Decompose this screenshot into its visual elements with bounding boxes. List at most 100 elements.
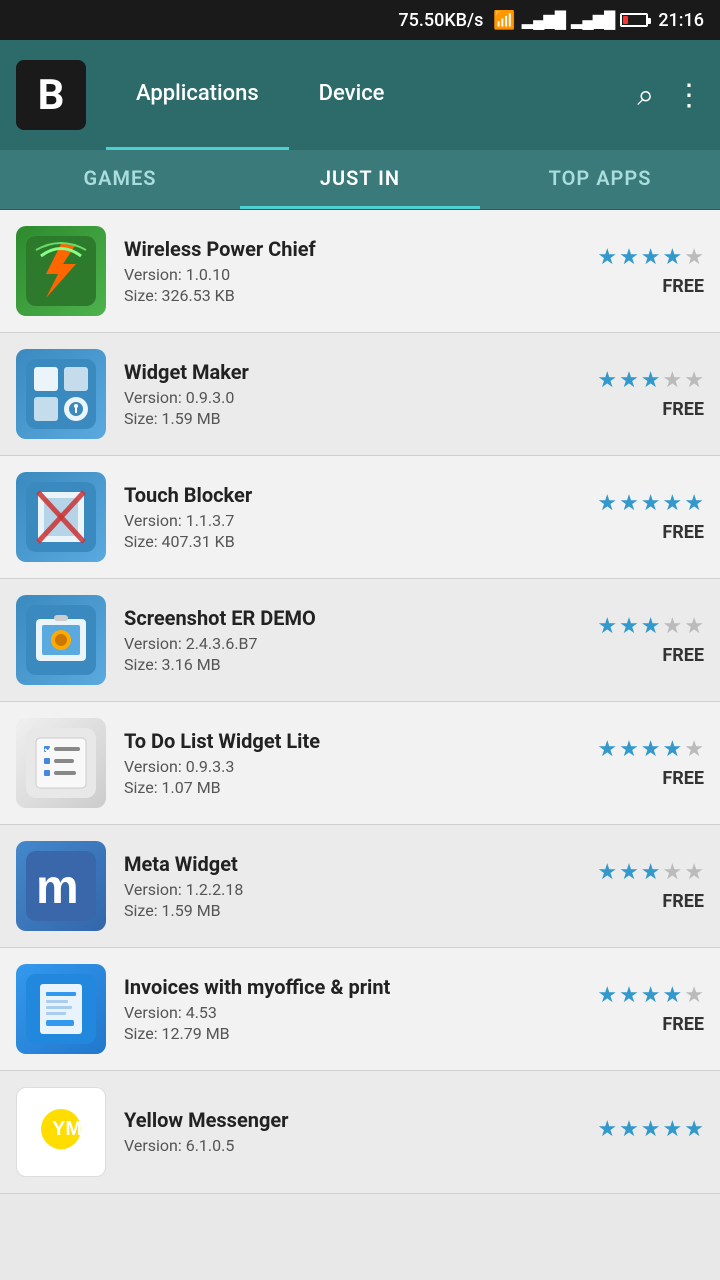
- star-rating: ★ ★ ★ ★ ★: [597, 614, 704, 639]
- star-4: ★: [663, 860, 683, 885]
- app-info: Invoices with myoffice & print Version: …: [124, 975, 564, 1043]
- app-version: Version: 6.1.0.5: [124, 1136, 564, 1155]
- star-1: ★: [597, 245, 617, 270]
- star-5: ★: [684, 491, 704, 516]
- app-price: FREE: [662, 276, 704, 297]
- app-rating: ★ ★ ★ ★ ★ FREE: [564, 368, 704, 420]
- list-item[interactable]: Screenshot ER DEMO Version: 2.4.3.6.B7 S…: [0, 579, 720, 702]
- star-3: ★: [641, 368, 661, 393]
- star-5: ★: [684, 1117, 704, 1142]
- clock: 21:16: [658, 10, 704, 31]
- app-info: Wireless Power Chief Version: 1.0.10 Siz…: [124, 237, 564, 305]
- app-rating: ★ ★ ★ ★ ★ FREE: [564, 491, 704, 543]
- star-4: ★: [663, 491, 683, 516]
- list-item[interactable]: m Meta Widget Version: 1.2.2.18 Size: 1.…: [0, 825, 720, 948]
- star-3: ★: [641, 245, 661, 270]
- star-5: ★: [684, 614, 704, 639]
- star-2: ★: [619, 860, 639, 885]
- app-icon-wireless-power-chief: [16, 226, 106, 316]
- star-rating: ★ ★ ★ ★ ★: [597, 245, 704, 270]
- app-logo: B: [16, 60, 86, 130]
- star-4: ★: [663, 983, 683, 1008]
- signal-icon: ▂▄▆█: [522, 10, 565, 30]
- header: B Applications Device ⌕ ⋮: [0, 40, 720, 150]
- star-5: ★: [684, 245, 704, 270]
- app-rating: ★ ★ ★ ★ ★ FREE: [564, 983, 704, 1035]
- star-2: ★: [619, 368, 639, 393]
- app-info: To Do List Widget Lite Version: 0.9.3.3 …: [124, 729, 564, 797]
- app-name: Yellow Messenger: [124, 1108, 564, 1132]
- list-item[interactable]: Touch Blocker Version: 1.1.3.7 Size: 407…: [0, 456, 720, 579]
- star-5: ★: [684, 368, 704, 393]
- star-4: ★: [663, 1117, 683, 1142]
- app-size: Size: 407.31 KB: [124, 532, 564, 551]
- star-3: ★: [641, 860, 661, 885]
- star-1: ★: [597, 491, 617, 516]
- status-bar: 75.50KB/s 📶 ▂▄▆█ ▂▄▆█ 21:16: [0, 0, 720, 40]
- star-4: ★: [663, 245, 683, 270]
- app-price: FREE: [662, 768, 704, 789]
- header-icons: ⌕ ⋮: [637, 78, 704, 113]
- app-price: FREE: [662, 891, 704, 912]
- star-5: ★: [684, 983, 704, 1008]
- star-1: ★: [597, 614, 617, 639]
- star-2: ★: [619, 1117, 639, 1142]
- signal-icon-2: ▂▄▆█: [571, 10, 614, 30]
- svg-text:YM: YM: [52, 1118, 82, 1140]
- star-2: ★: [619, 245, 639, 270]
- app-rating: ★ ★ ★ ★ ★: [564, 1117, 704, 1148]
- app-size: Size: 3.16 MB: [124, 655, 564, 674]
- header-tab-device[interactable]: Device: [289, 40, 415, 150]
- app-icon-invoices: [16, 964, 106, 1054]
- app-version: Version: 4.53: [124, 1003, 564, 1022]
- app-size: Size: 1.59 MB: [124, 409, 564, 428]
- app-list: Wireless Power Chief Version: 1.0.10 Siz…: [0, 210, 720, 1194]
- sub-tabs: GAMES JUST IN TOP APPS: [0, 150, 720, 210]
- header-tabs: Applications Device: [106, 40, 637, 150]
- app-icon-meta-widget: m: [16, 841, 106, 931]
- app-price: FREE: [662, 1014, 704, 1035]
- search-icon[interactable]: ⌕: [637, 78, 654, 113]
- star-2: ★: [619, 491, 639, 516]
- tab-just-in[interactable]: JUST IN: [240, 150, 480, 209]
- menu-icon[interactable]: ⋮: [674, 78, 704, 113]
- app-info: Touch Blocker Version: 1.1.3.7 Size: 407…: [124, 483, 564, 551]
- app-icon-touch-blocker: [16, 472, 106, 562]
- star-2: ★: [619, 614, 639, 639]
- star-5: ★: [684, 860, 704, 885]
- app-name: Wireless Power Chief: [124, 237, 564, 261]
- star-4: ★: [663, 368, 683, 393]
- app-icon-yellow-messenger: YM: [16, 1087, 106, 1177]
- app-price: FREE: [662, 399, 704, 420]
- status-icons: 📶 ▂▄▆█ ▂▄▆█ 21:16: [493, 10, 704, 31]
- list-item[interactable]: To Do List Widget Lite Version: 0.9.3.3 …: [0, 702, 720, 825]
- star-1: ★: [597, 737, 617, 762]
- star-5: ★: [684, 737, 704, 762]
- star-1: ★: [597, 368, 617, 393]
- list-item[interactable]: Wireless Power Chief Version: 1.0.10 Siz…: [0, 210, 720, 333]
- list-item[interactable]: Widget Maker Version: 0.9.3.0 Size: 1.59…: [0, 333, 720, 456]
- app-name: Invoices with myoffice & print: [124, 975, 564, 999]
- app-size: Size: 1.07 MB: [124, 778, 564, 797]
- star-2: ★: [619, 983, 639, 1008]
- app-name: Widget Maker: [124, 360, 564, 384]
- app-rating: ★ ★ ★ ★ ★ FREE: [564, 614, 704, 666]
- list-item[interactable]: Invoices with myoffice & print Version: …: [0, 948, 720, 1071]
- tab-games[interactable]: GAMES: [0, 150, 240, 209]
- app-icon-todo-list: [16, 718, 106, 808]
- star-3: ★: [641, 491, 661, 516]
- app-version: Version: 2.4.3.6.B7: [124, 634, 564, 653]
- star-3: ★: [641, 614, 661, 639]
- app-icon-widget-maker: [16, 349, 106, 439]
- app-info: Meta Widget Version: 1.2.2.18 Size: 1.59…: [124, 852, 564, 920]
- app-name: Touch Blocker: [124, 483, 564, 507]
- battery-icon: [620, 13, 648, 27]
- app-version: Version: 0.9.3.3: [124, 757, 564, 776]
- network-speed: 75.50KB/s: [398, 10, 483, 31]
- tab-top-apps[interactable]: TOP APPS: [480, 150, 720, 209]
- app-info: Yellow Messenger Version: 6.1.0.5: [124, 1108, 564, 1157]
- list-item[interactable]: YM Yellow Messenger Version: 6.1.0.5 ★ ★…: [0, 1071, 720, 1194]
- star-1: ★: [597, 860, 617, 885]
- header-tab-applications[interactable]: Applications: [106, 40, 289, 150]
- app-version: Version: 1.2.2.18: [124, 880, 564, 899]
